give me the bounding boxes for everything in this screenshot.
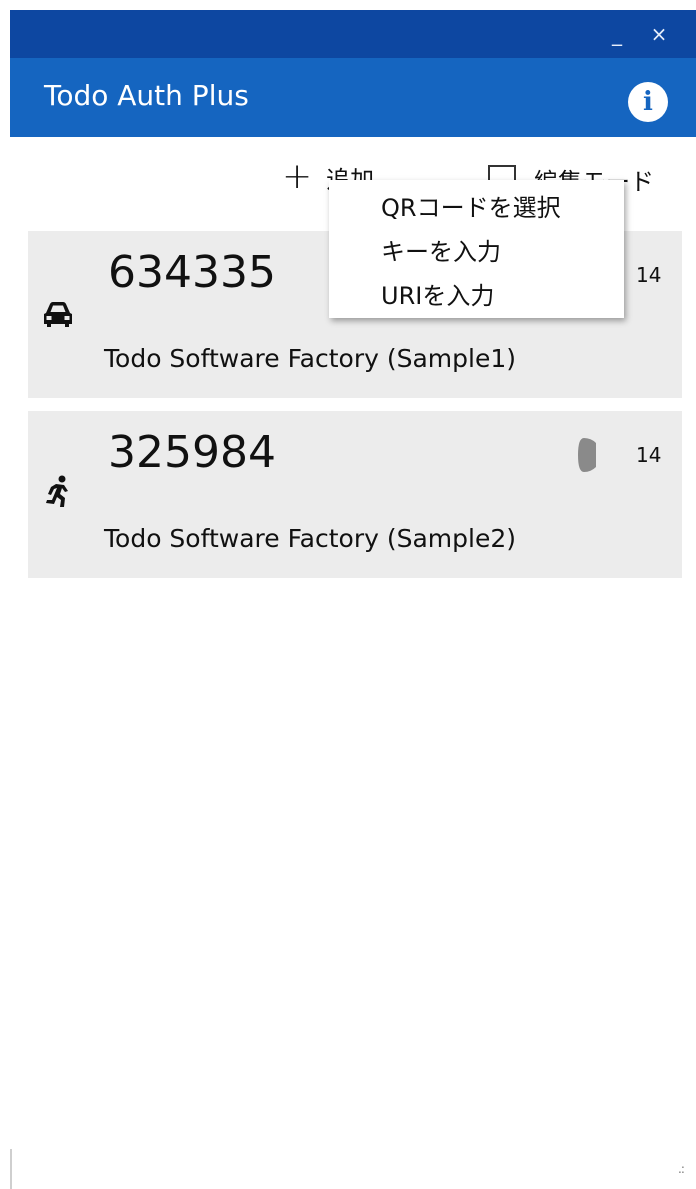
timer-icon <box>578 438 596 472</box>
account-name: Todo Software Factory (Sample1) <box>104 344 516 373</box>
resize-grip-icon[interactable]: .: <box>678 1162 692 1176</box>
car-icon <box>44 302 72 327</box>
menu-item-enter-key[interactable]: キーを入力 <box>329 230 624 274</box>
window-edge <box>10 1149 12 1189</box>
close-button[interactable]: × <box>642 18 676 50</box>
plus-icon: + <box>282 156 313 197</box>
otp-code: 634335 <box>108 247 276 298</box>
info-icon[interactable]: i <box>628 82 668 122</box>
app-window: _ × Todo Auth Plus i + 追加 編集モード 634335 T… <box>10 10 696 1189</box>
app-header: Todo Auth Plus i <box>10 58 696 137</box>
running-person-icon <box>46 475 68 507</box>
seconds-remaining: 14 <box>636 443 662 467</box>
otp-code: 325984 <box>108 427 276 478</box>
menu-item-select-qr[interactable]: QRコードを選択 <box>329 186 624 230</box>
app-title: Todo Auth Plus <box>44 79 249 112</box>
menu-item-enter-uri[interactable]: URIを入力 <box>329 274 624 318</box>
minimize-button[interactable]: _ <box>600 18 634 50</box>
add-dropdown-menu: QRコードを選択 キーを入力 URIを入力 <box>329 180 624 318</box>
main-content: + 追加 編集モード 634335 Todo Software Factory … <box>10 137 696 1189</box>
account-card[interactable]: 325984 Todo Software Factory (Sample2) 1… <box>28 411 682 578</box>
window-titlebar[interactable]: _ × <box>10 10 696 58</box>
account-name: Todo Software Factory (Sample2) <box>104 524 516 553</box>
seconds-remaining: 14 <box>636 263 662 287</box>
